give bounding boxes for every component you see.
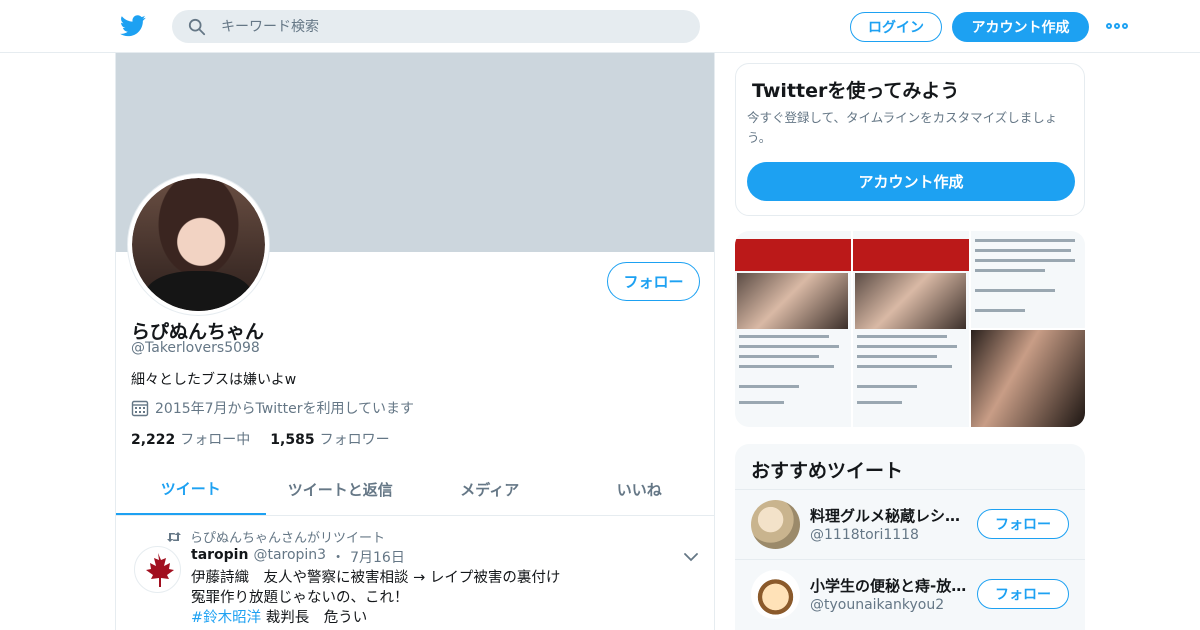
recommended-follow-button[interactable]: フォロー (977, 509, 1069, 539)
media-thumbnail[interactable] (971, 231, 1085, 328)
tweet-line-2: 冤罪作り放題じゃないの、これ！ (191, 590, 409, 606)
recommended-handle[interactable]: @1118tori1118 (810, 527, 919, 543)
avatar[interactable] (751, 570, 800, 619)
following-stat[interactable]: 2,222 フォロー中 (131, 429, 250, 449)
hashtag-link[interactable]: #鈴木昭洋 (191, 610, 261, 626)
signup-card-description: 今すぐ登録して、タイムラインをカスタマイズしましょう。 (747, 110, 1058, 145)
search-input[interactable] (221, 18, 661, 35)
search-box[interactable] (172, 10, 700, 43)
joined-date: 2015年7月からTwitterを利用しています (131, 398, 414, 418)
signup-card-title: Twitterを使ってみよう (752, 80, 960, 102)
recommended-account[interactable]: 料理グルメ秘蔵レシ… @1118tori1118 フォロー (735, 489, 1085, 558)
follow-button[interactable]: フォロー (607, 262, 700, 301)
signup-card: Twitterを使ってみよう 今すぐ登録して、タイムラインをカスタマイズしましょ… (735, 63, 1085, 216)
followers-stat[interactable]: 1,585 フォロワー (270, 429, 389, 449)
joined-text: 2015年7月からTwitterを利用しています (155, 401, 415, 417)
following-label: フォロー中 (180, 432, 251, 448)
tweet-author-avatar[interactable] (134, 546, 181, 593)
recommended-title: おすすめツイート (751, 460, 904, 482)
followers-label: フォロワー (319, 432, 390, 448)
retweet-context: らぴぬんちゃんさんがリツイート (166, 527, 385, 546)
profile-stats: 2,222 フォロー中 1,585 フォロワー (131, 429, 390, 449)
maple-leaf-icon (145, 552, 174, 587)
tab-tweets[interactable]: ツイート (116, 464, 266, 515)
recommended-follow-button[interactable]: フォロー (977, 579, 1069, 609)
recommended-handle[interactable]: @tyounaikankyou2 (810, 597, 944, 613)
tab-tweets-and-replies[interactable]: ツイートと返信 (266, 464, 416, 515)
tweet-author-name[interactable]: taropin (191, 547, 248, 567)
twitter-bird-icon[interactable] (120, 14, 146, 38)
media-grid (735, 231, 1085, 427)
profile-bio: 細々としたブスは嫌いよw (131, 372, 297, 388)
more-options-icon[interactable] (1106, 20, 1130, 32)
search-icon (188, 18, 206, 35)
tweet-date[interactable]: 7月16日 (350, 547, 405, 567)
profile-handle: @Takerlovers5098 (131, 340, 260, 356)
recommended-tweets: おすすめツイート 料理グルメ秘蔵レシ… @1118tori1118 フォロー 小… (735, 444, 1085, 630)
retweet-icon (167, 531, 181, 542)
media-thumbnail[interactable] (971, 330, 1085, 427)
retweet-context-text: らぴぬんちゃんさんがリツイート (190, 531, 386, 546)
recommended-name[interactable]: 小学生の便秘と痔-放… (810, 575, 970, 596)
tweet-text: 伊藤詩織 友人や警察に被害相談 → レイプ被害の裏付け 冤罪作り放題じゃないの、… (191, 568, 691, 628)
recommended-account[interactable]: 小学生の便秘と痔-放… @tyounaikankyou2 フォロー (735, 559, 1085, 628)
following-count: 2,222 (131, 432, 176, 448)
avatar[interactable] (751, 500, 800, 549)
login-button[interactable]: ログイン (850, 12, 942, 42)
profile-column: フォロー らぴぬんちゃん @Takerlovers5098 細々としたブスは嫌い… (115, 53, 715, 630)
tab-media[interactable]: メディア (415, 464, 565, 515)
signup-card-button[interactable]: アカウント作成 (747, 162, 1075, 201)
profile-avatar[interactable] (128, 174, 269, 315)
profile-tabs: ツイート ツイートと返信 メディア いいね (116, 464, 714, 516)
tab-likes[interactable]: いいね (565, 464, 715, 515)
tweet-line-3-rest: 裁判長 危うい (261, 610, 368, 626)
calendar-icon (131, 400, 149, 417)
chevron-down-icon[interactable] (684, 552, 698, 562)
followers-count: 1,585 (270, 432, 315, 448)
top-nav-bar: ログイン アカウント作成 (0, 0, 1200, 53)
signup-button[interactable]: アカウント作成 (952, 12, 1089, 42)
tweet-line-3: #鈴木昭洋 裁判長 危うい (191, 608, 691, 628)
media-thumbnail[interactable] (735, 231, 851, 427)
tweet-separator: ・ (331, 550, 346, 566)
recommended-name[interactable]: 料理グルメ秘蔵レシ… (810, 505, 970, 526)
tweet-item[interactable]: らぴぬんちゃんさんがリツイート taropin @taropin3 ・ 7月16… (116, 516, 714, 630)
media-thumbnail[interactable] (853, 231, 969, 427)
tweet-line-1: 伊藤詩織 友人や警察に被害相談 → レイプ被害の裏付け (191, 570, 561, 586)
tweet-header: taropin @taropin3 ・ 7月16日 (191, 547, 405, 567)
tweet-author-handle[interactable]: @taropin3 (253, 547, 326, 567)
